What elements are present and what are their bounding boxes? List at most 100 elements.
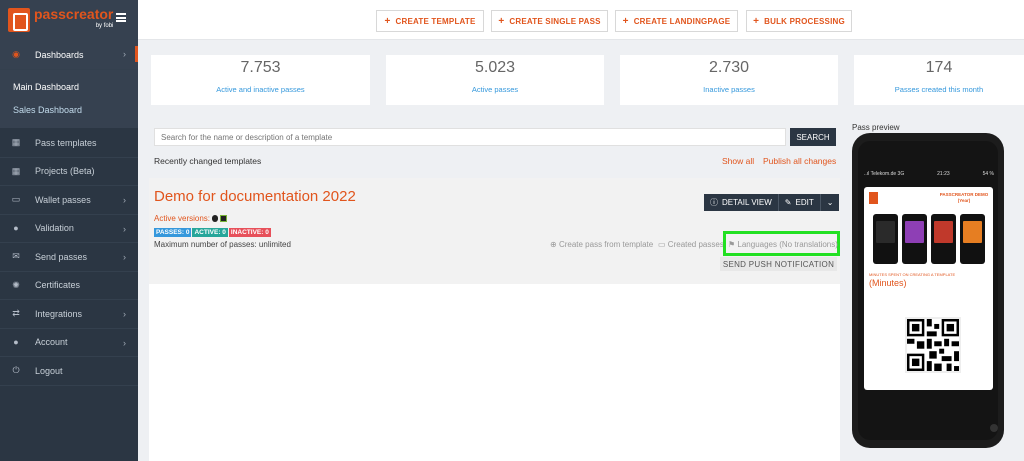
create-pass-from-template-link[interactable]: ⊕ Create pass from template	[550, 240, 653, 249]
apple-icon	[212, 215, 219, 222]
plus-circle-icon: ⊕	[550, 240, 557, 249]
stat-label[interactable]: Inactive passes	[620, 85, 838, 94]
grid-icon: ▦	[11, 137, 21, 148]
sidebar-sub-main-dashboard[interactable]: Main Dashboard	[0, 76, 138, 99]
phone-thumb	[873, 214, 898, 264]
pass-more-icon[interactable]	[990, 424, 998, 432]
envelope-icon: ✉	[12, 251, 20, 262]
plus-icon: +	[753, 15, 760, 27]
stat-value: 174	[925, 59, 953, 76]
detail-view-button[interactable]: ⓘ DETAIL VIEW	[704, 194, 779, 211]
created-passes-link[interactable]: ▭ Created passes	[658, 240, 724, 249]
stat-label[interactable]: Active passes	[386, 85, 604, 94]
android-icon	[220, 215, 228, 222]
gear-icon: ✺	[12, 279, 20, 290]
max-passes-text: Maximum number of passes: unlimited	[154, 240, 291, 249]
sidebar-item-validation[interactable]: ● Validation ›	[0, 215, 138, 243]
sidebar-item-dashboards[interactable]: ◉ Dashboards ›	[0, 40, 138, 70]
pass-preview-label: Pass preview	[852, 123, 900, 132]
plus-icon: +	[384, 15, 391, 27]
grid-icon: ▦	[11, 165, 21, 176]
more-actions-dropdown[interactable]: ⌄	[820, 194, 840, 211]
minutes-value: (Minutes)	[869, 278, 907, 288]
phone-thumb	[960, 214, 985, 264]
dashboards-submenu: Main Dashboard Sales Dashboard	[0, 70, 138, 128]
recent-templates-title: Recently changed templates	[154, 156, 262, 166]
power-icon: ⏻	[12, 365, 20, 376]
globe-icon: ●	[13, 223, 19, 234]
minutes-label: MINUTES SPENT ON CREATING A TEMPLATE	[869, 272, 956, 277]
translate-icon: ⚑	[728, 240, 736, 249]
create-single-pass-button[interactable]: + CREATE SINGLE PASS	[491, 10, 608, 32]
user-icon: ●	[13, 337, 19, 348]
badge-inactive: INACTIVE: 0	[228, 228, 271, 237]
pass-header: PASSCREATOR DEMO (Year)	[939, 192, 989, 203]
pencil-icon: ✎	[784, 198, 792, 207]
chevron-right-icon: ›	[123, 195, 126, 205]
pass-logo-icon	[869, 192, 878, 204]
languages-link[interactable]: ⚑ Languages (No translations)	[728, 240, 838, 249]
show-all-link[interactable]: Show all	[722, 156, 754, 166]
sidebar-item-logout[interactable]: ⏻ Logout	[0, 357, 138, 386]
pass-strip-image	[873, 214, 985, 264]
send-push-notification-button[interactable]: SEND PUSH NOTIFICATION	[720, 257, 837, 271]
sidebar-sub-sales-dashboard[interactable]: Sales Dashboard	[0, 99, 138, 122]
stat-value: 7.753	[240, 59, 281, 76]
info-icon: ⓘ	[710, 198, 718, 207]
qr-code	[905, 317, 961, 373]
template-title[interactable]: Demo for documentation 2022	[154, 188, 356, 205]
sidebar-item-pass-templates[interactable]: ▦ Pass templates	[0, 129, 138, 158]
plus-icon: +	[622, 15, 629, 27]
card-icon: ▭	[658, 240, 666, 249]
active-versions: Active versions:	[154, 214, 228, 223]
sidebar-item-send-passes[interactable]: ✉ Send passes ›	[0, 243, 138, 272]
chevron-right-icon: ›	[123, 252, 126, 262]
chevron-right-icon: ›	[123, 309, 126, 319]
phone-thumb	[902, 214, 927, 264]
create-landingpage-button[interactable]: + CREATE LANDINGPAGE	[615, 10, 738, 32]
brand[interactable]: passcreator by fobi	[0, 0, 138, 40]
chevron-right-icon: ›	[123, 49, 126, 59]
stat-card-all-passes[interactable]: 7.753 Active and inactive passes	[151, 55, 370, 105]
brand-name: passcreator by fobi	[34, 6, 114, 29]
stat-card-inactive-passes[interactable]: 2.730 Inactive passes	[620, 55, 838, 105]
stat-value: 5.023	[474, 59, 516, 76]
stat-card-active-passes[interactable]: 5.023 Active passes	[386, 55, 604, 105]
phone-screen: ..ıl Telekom.de 3G 21:23 54 % PASSCREATO…	[858, 141, 998, 440]
create-template-button[interactable]: + CREATE TEMPLATE	[376, 10, 484, 32]
pass-badges: PASSES: 0 ACTIVE: 0 INACTIVE: 0	[154, 228, 271, 237]
passcreator-logo-icon	[8, 8, 30, 32]
phone-thumb	[931, 214, 956, 264]
exchange-icon: ⇄	[12, 308, 20, 319]
sidebar-item-wallet-passes[interactable]: ▭ Wallet passes ›	[0, 186, 138, 215]
dashboard-icon: ◉	[12, 49, 20, 59]
top-toolbar: + CREATE TEMPLATE + CREATE SINGLE PASS + CR…	[138, 0, 1024, 40]
stat-value: 2.730	[708, 59, 750, 76]
stat-label[interactable]: Passes created this month	[854, 85, 1024, 94]
stat-card-month-passes[interactable]: 174 Passes created this month	[854, 55, 1024, 105]
card-icon: ▭	[11, 194, 21, 205]
chevron-right-icon: ›	[123, 337, 126, 348]
menu-toggle-icon[interactable]	[116, 13, 126, 22]
qr-code-icon	[907, 319, 959, 371]
content-area	[149, 284, 840, 461]
template-search-input[interactable]	[154, 128, 786, 146]
sidebar-item-account[interactable]: ● Account ›	[0, 329, 138, 357]
template-actions-group: ⓘ DETAIL VIEW ✎ EDIT ⌄	[704, 194, 840, 211]
sidebar: passcreator by fobi ◉ Dashboards › Main …	[0, 0, 138, 461]
chevron-down-icon: ⌄	[826, 198, 834, 207]
pass-card: PASSCREATOR DEMO (Year) MINUTES SPENT ON…	[864, 187, 998, 432]
badge-passes: PASSES: 0	[154, 228, 192, 237]
chevron-right-icon: ›	[123, 223, 126, 234]
edit-button[interactable]: ✎ EDIT	[778, 194, 821, 211]
sidebar-item-projects[interactable]: ▦ Projects (Beta)	[0, 158, 138, 186]
search-button[interactable]: SEARCH	[790, 128, 836, 146]
publish-all-link[interactable]: Publish all changes	[763, 156, 836, 166]
badge-active: ACTIVE: 0	[192, 228, 228, 237]
bulk-processing-button[interactable]: + BULK PROCESSING	[746, 10, 852, 32]
sidebar-item-integrations[interactable]: ⇄ Integrations ›	[0, 300, 138, 329]
stat-label[interactable]: Active and inactive passes	[151, 85, 370, 94]
phone-status-bar: ..ıl Telekom.de 3G 21:23 54 %	[864, 171, 994, 177]
sidebar-item-certificates[interactable]: ✺ Certificates	[0, 272, 138, 300]
plus-icon: +	[498, 15, 505, 27]
